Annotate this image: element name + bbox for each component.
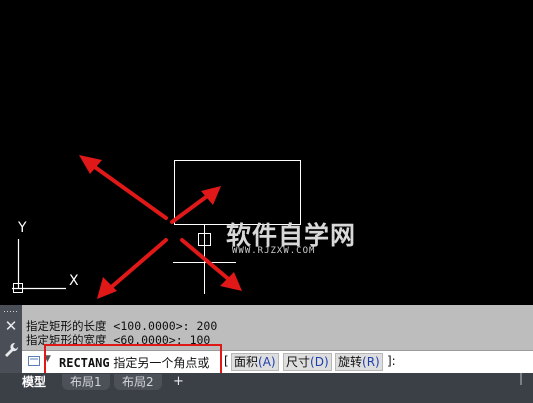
option-rotation[interactable]: 旋转(R) xyxy=(335,353,383,371)
drag-grip-icon[interactable] xyxy=(3,310,19,314)
arrow-to-top-left xyxy=(90,163,168,220)
annotation-arrows xyxy=(79,155,242,299)
option-dimensions[interactable]: 尺寸(D) xyxy=(283,353,332,371)
option-area-label: 面积 xyxy=(234,355,259,369)
option-rotation-label: 旋转 xyxy=(338,355,363,369)
arrow-to-bottom-left xyxy=(106,238,168,292)
tab-model[interactable]: 模型 xyxy=(14,374,55,390)
option-area[interactable]: 面积(A) xyxy=(231,353,279,371)
option-rotation-key: (R) xyxy=(362,355,380,369)
watermark-url: WWW.RJZXW.COM xyxy=(232,246,316,256)
layout-tab-bar: 模型 布局1 布局2 + xyxy=(0,373,533,403)
rectangle-preview xyxy=(174,160,301,225)
add-layout-icon[interactable]: + xyxy=(173,374,184,389)
arrow-to-bottom-right xyxy=(180,238,234,284)
tab-bar-separator xyxy=(520,373,522,385)
command-prompt-icon xyxy=(28,356,40,366)
annotation-highlight-box xyxy=(44,344,222,376)
option-area-key: (A) xyxy=(258,355,276,369)
options-open-bracket: [ xyxy=(224,354,229,368)
command-window-toolbar: ✕ xyxy=(0,305,22,373)
arrow-to-top-right xyxy=(170,192,212,224)
option-dimensions-label: 尺寸 xyxy=(286,355,311,369)
ucs-icon xyxy=(12,239,66,293)
ucs-y-label: Y xyxy=(17,220,27,236)
tab-layout1[interactable]: 布局1 xyxy=(62,374,110,390)
options-close-bracket: ]: xyxy=(387,354,396,368)
tab-layout2[interactable]: 布局2 xyxy=(114,374,162,390)
arrow-to-bottom-left-head xyxy=(97,277,117,299)
option-dimensions-key: (D) xyxy=(310,355,329,369)
drawing-canvas[interactable]: Y X 软件自学网 WWW.RJZXW.COM xyxy=(0,0,533,305)
ucs-x-label: X xyxy=(69,273,79,289)
drawing-graphics: Y X xyxy=(12,155,301,299)
arrow-to-top-right-head xyxy=(201,186,221,205)
close-icon[interactable]: ✕ xyxy=(4,319,18,334)
wrench-icon[interactable] xyxy=(3,341,19,359)
